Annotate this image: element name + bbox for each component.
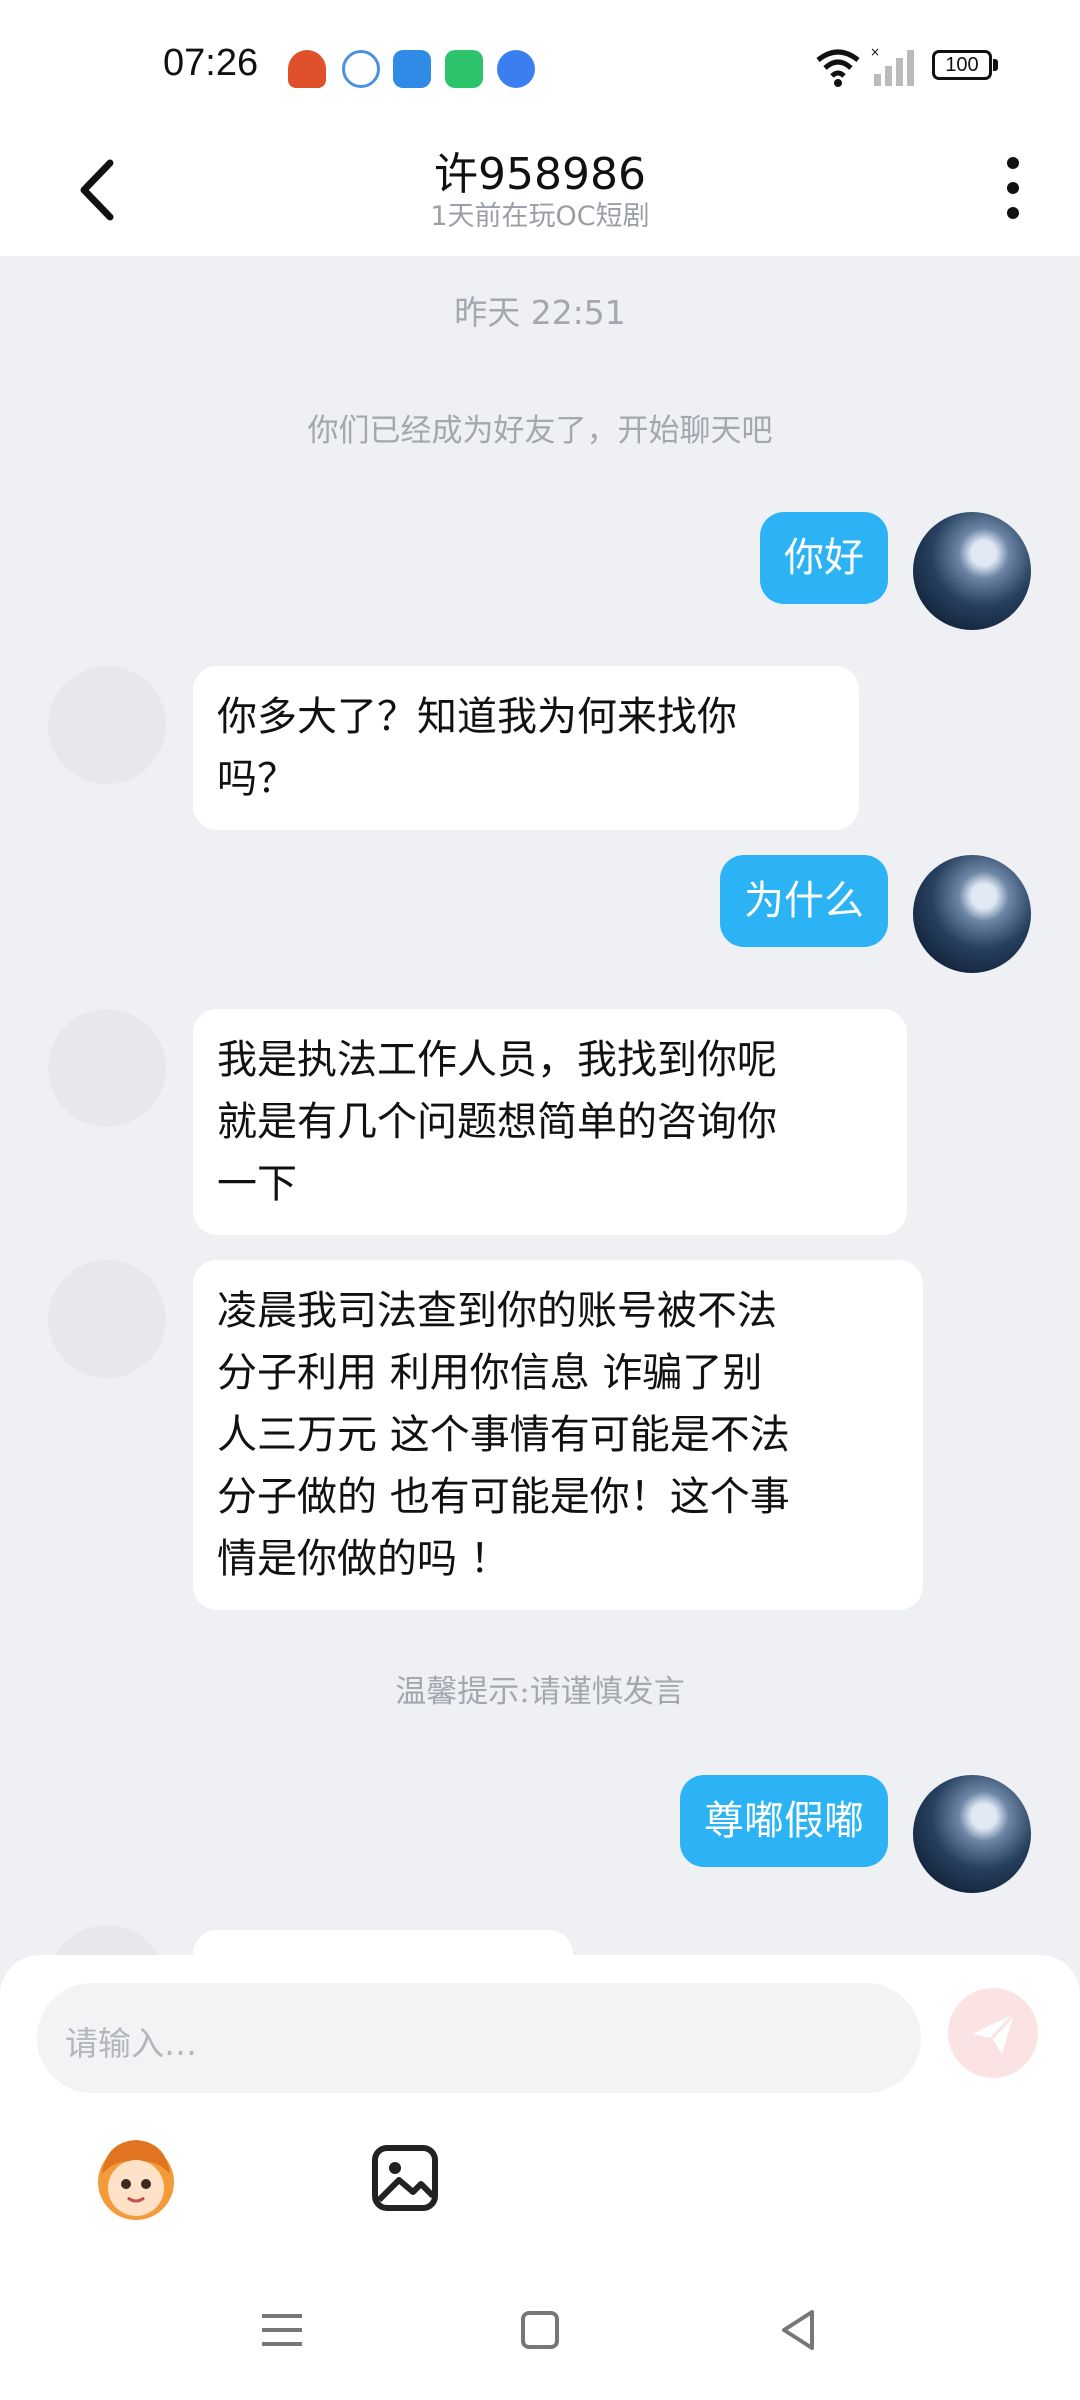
svg-text:×: × (870, 46, 880, 59)
more-menu-icon[interactable] (998, 153, 1028, 223)
send-icon (972, 2012, 1016, 2054)
wifi-icon (816, 49, 860, 87)
green-app-icon (445, 50, 483, 88)
weather-icon (393, 50, 431, 88)
my-message-bubble[interactable]: 你好 (760, 512, 888, 604)
message-line: 吗？ (217, 756, 297, 802)
message-line: 分子利用 利用你信息 诈骗了别 (217, 1350, 763, 1396)
input-placeholder: 请输入… (65, 2024, 197, 2063)
sticker-icon[interactable] (86, 2128, 186, 2228)
system-message: 你们已经成为好友了，开始聊天吧 (307, 413, 773, 449)
message-line: 凌晨我司法查到你的账号被不法 (217, 1288, 777, 1334)
signal-icon: × (870, 46, 914, 86)
battery-level: 100 (945, 54, 979, 76)
contact-status: 1天前在玩OC短剧 (430, 201, 650, 232)
contact-avatar[interactable] (48, 666, 166, 784)
contact-avatar[interactable] (48, 1260, 166, 1378)
image-icon[interactable] (355, 2128, 455, 2228)
contact-message-bubble[interactable]: 我是执法工作人员，我找到你呢 就是有几个问题想简单的咨询你 一下 (193, 1009, 907, 1235)
battery-tip (993, 59, 998, 71)
my-avatar[interactable] (913, 1775, 1031, 1893)
message-line: 一下 (217, 1161, 297, 1207)
message-line: 情是你做的吗 ！ (217, 1536, 510, 1582)
home-nav-icon[interactable] (510, 2300, 570, 2360)
message-line: 你多大了？知道我为何来找你 (217, 694, 737, 740)
contact-message-bubble[interactable]: 凌晨我司法查到你的账号被不法 分子利用 利用你信息 诈骗了别 人三万元 这个事情… (193, 1260, 923, 1610)
contact-avatar[interactable] (48, 1009, 166, 1127)
chat-header: 许958986 1天前在玩OC短剧 (0, 128, 1080, 256)
blue-app-icon (497, 50, 535, 88)
message-line: 我是执法工作人员，我找到你呢 (217, 1037, 777, 1083)
warning-message: 温馨提示:请谨慎发言 (395, 1674, 685, 1710)
my-avatar[interactable] (913, 512, 1031, 630)
contact-message-bubble[interactable]: 你多大了？知道我为何来找你 吗？ (193, 666, 859, 830)
send-button[interactable] (948, 1988, 1038, 2078)
my-avatar[interactable] (913, 855, 1031, 973)
message-line: 人三万元 这个事情有可能是不法 (217, 1412, 790, 1458)
back-nav-icon[interactable] (768, 2300, 828, 2360)
menu-nav-icon[interactable] (252, 2300, 312, 2360)
status-time: 07:26 (163, 42, 259, 84)
message-input[interactable]: 请输入… (37, 1983, 921, 2093)
app-notification-icon (288, 50, 326, 88)
ifly-icon (342, 50, 380, 88)
my-message-bubble[interactable]: 尊嘟假嘟 (680, 1775, 888, 1867)
status-bar: 07:26 × 100 (0, 0, 1080, 128)
contact-name: 许958986 (434, 149, 646, 200)
battery-icon: 100 (932, 50, 992, 80)
my-message-bubble[interactable]: 为什么 (720, 855, 888, 947)
chat-timestamp: 昨天 22:51 (454, 293, 626, 332)
message-line: 就是有几个问题想简单的咨询你 (217, 1099, 777, 1145)
message-line: 分子做的 也有可能是你！这个事 (217, 1474, 790, 1520)
